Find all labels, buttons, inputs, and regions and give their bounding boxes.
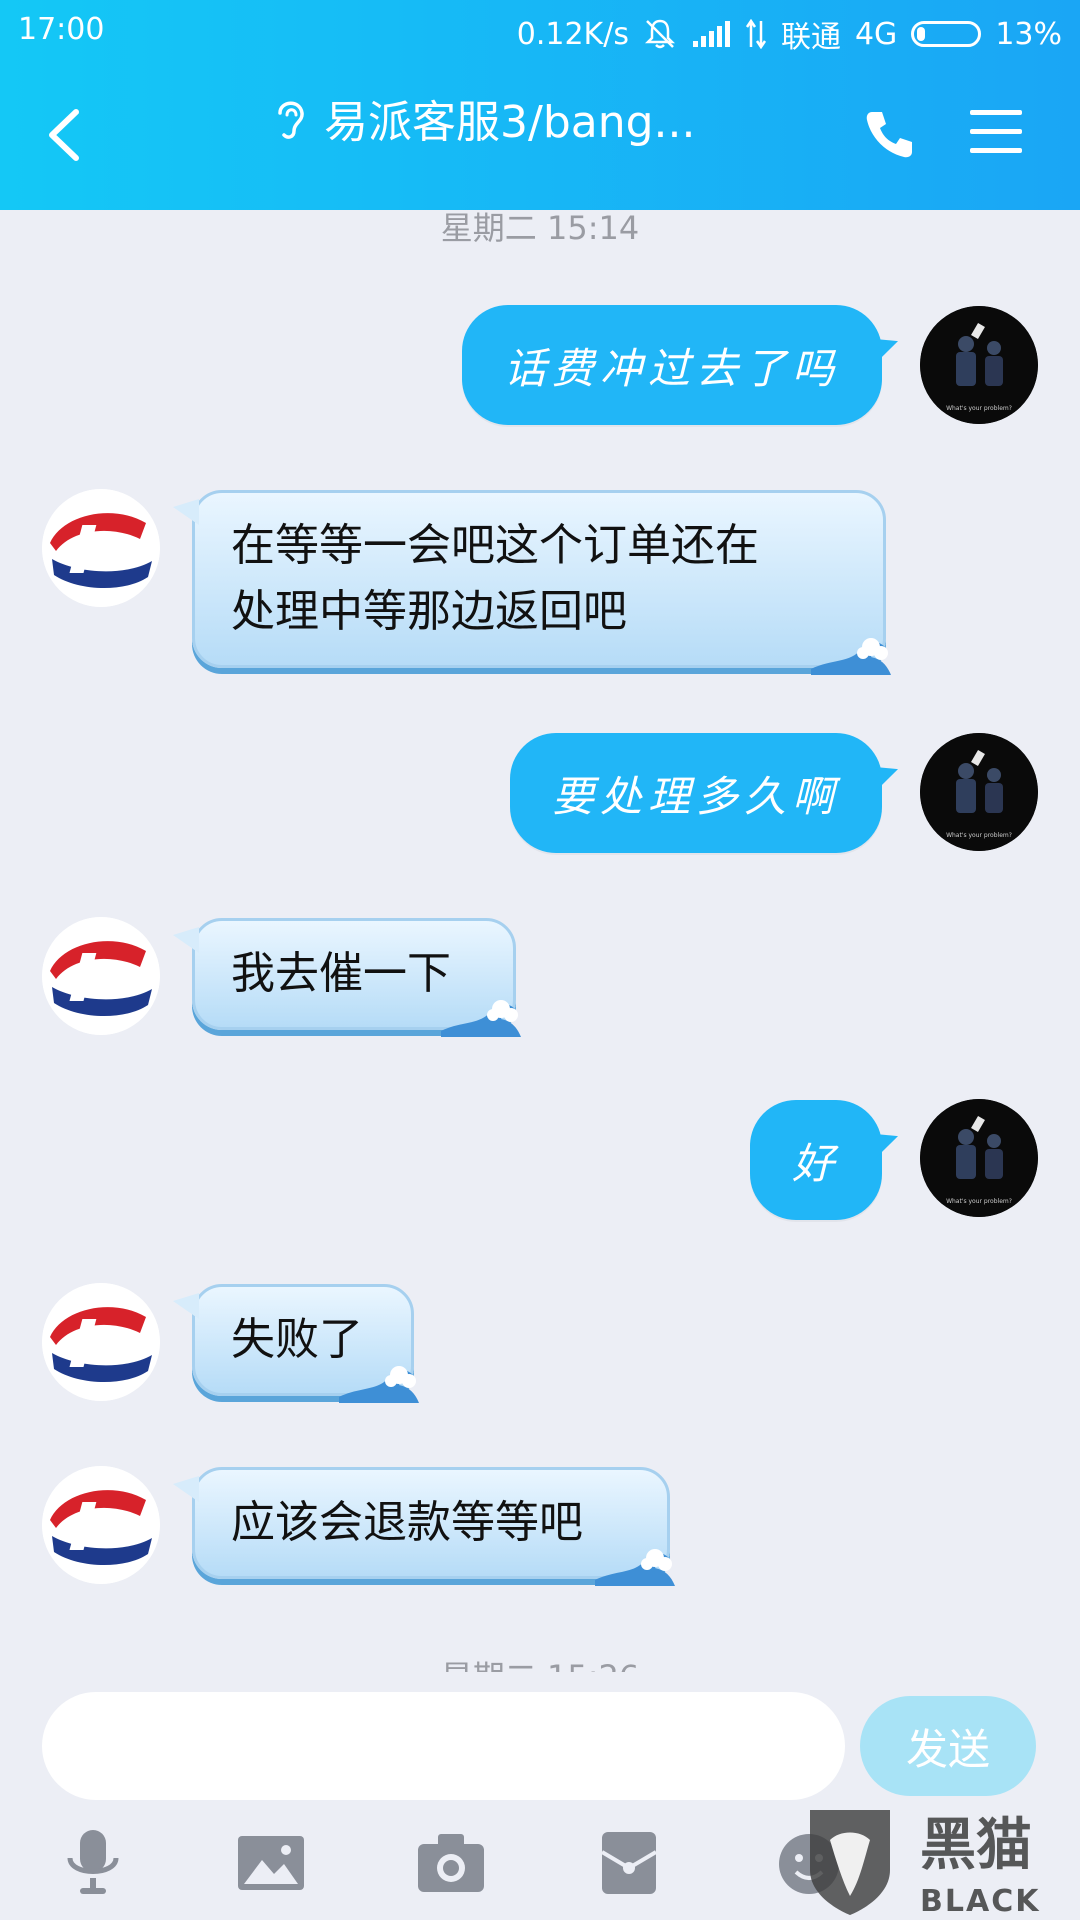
message-timestamp: 星期二 15:26 xyxy=(0,1652,1080,1672)
support-message-bubble[interactable]: 我去催一下 xyxy=(173,918,521,1037)
my-avatar[interactable]: What's your problem? xyxy=(920,306,1038,424)
chat-title-text: 易派客服3/bang... xyxy=(324,97,696,148)
black-cat-logo-icon xyxy=(810,1810,890,1915)
my-message-bubble[interactable]: 好 xyxy=(749,1100,882,1220)
chat-header: 17:00 0.12K/s 联通 4G 13% 易派客服3/bang... xyxy=(0,0,1080,210)
watermark: 黑猫 BLACK CAT xyxy=(780,1800,1080,1920)
ear-icon xyxy=(278,101,304,139)
avatar-caption: What's your problem? xyxy=(946,405,1012,412)
back-arrow-icon[interactable] xyxy=(40,100,90,170)
my-avatar[interactable]: What's your problem? xyxy=(920,1099,1038,1217)
phone-icon[interactable] xyxy=(862,106,918,162)
avatar-caption: What's your problem? xyxy=(946,1198,1012,1205)
message-input[interactable] xyxy=(42,1692,845,1800)
message-text: 应该会退款等等吧 xyxy=(231,1497,583,1548)
support-logo-icon xyxy=(42,489,160,607)
menu-icon[interactable] xyxy=(968,106,1024,158)
message-text: 话费冲过去了吗 xyxy=(503,343,840,393)
message-timestamp: 星期二 15:14 xyxy=(440,209,640,247)
support-avatar[interactable] xyxy=(42,1466,160,1584)
message-text-line: 在等等一会吧这个订单还在 xyxy=(231,520,759,571)
support-logo-icon xyxy=(42,917,160,1035)
message-text: 好 xyxy=(791,1138,840,1188)
avatar-caption: What's your problem? xyxy=(946,832,1012,839)
network-type: 4G xyxy=(854,16,898,52)
camera-icon[interactable] xyxy=(414,1828,488,1898)
send-button[interactable]: 发送 xyxy=(860,1696,1036,1796)
network-speed: 0.12K/s xyxy=(516,16,629,52)
battery-level: 13% xyxy=(995,16,1062,52)
status-time: 17:00 xyxy=(18,12,105,47)
microphone-icon[interactable] xyxy=(56,1828,130,1898)
support-avatar[interactable] xyxy=(42,917,160,1035)
chat-title[interactable]: 易派客服3/bang... xyxy=(270,88,770,148)
image-icon[interactable] xyxy=(234,1828,308,1898)
support-logo-icon xyxy=(42,1283,160,1401)
red-packet-icon[interactable] xyxy=(592,1828,666,1898)
carrier-name: 联通 xyxy=(780,20,841,55)
wave-decoration-icon xyxy=(339,1366,419,1403)
message-text: 要处理多久啊 xyxy=(551,771,840,821)
message-text-line: 处理中等那边返回吧 xyxy=(231,586,627,637)
my-avatar-image: What's your problem? xyxy=(920,306,1038,424)
wave-decoration-icon xyxy=(441,1000,521,1037)
message-text: 我去催一下 xyxy=(231,948,451,999)
support-message-bubble[interactable]: 在等等一会吧这个订单还在 处理中等那边返回吧 xyxy=(173,490,891,675)
wave-decoration-icon xyxy=(811,638,891,675)
support-avatar[interactable] xyxy=(42,489,160,607)
mute-bell-icon xyxy=(644,19,675,49)
my-message-bubble[interactable]: 话费冲过去了吗 xyxy=(461,305,882,425)
signal-icon xyxy=(692,21,730,47)
watermark-subtext: BLACK CAT xyxy=(920,1884,1041,1920)
support-message-bubble[interactable]: 应该会退款等等吧 xyxy=(173,1467,675,1586)
my-message-bubble[interactable]: 要处理多久啊 xyxy=(509,733,882,853)
watermark-text: 黑猫 xyxy=(920,1813,1032,1878)
battery-icon xyxy=(911,21,982,47)
status-bar: 17:00 0.12K/s 联通 4G 13% xyxy=(0,0,1080,62)
status-indicators: 0.12K/s 联通 4G 13% xyxy=(517,12,1062,56)
support-logo-icon xyxy=(42,1466,160,1584)
my-avatar-image: What's your problem? xyxy=(920,733,1038,851)
my-avatar[interactable]: What's your problem? xyxy=(920,733,1038,851)
wave-decoration-icon xyxy=(595,1549,675,1586)
support-message-bubble[interactable]: 失败了 xyxy=(173,1284,419,1403)
support-avatar[interactable] xyxy=(42,1283,160,1401)
my-avatar-image: What's your problem? xyxy=(920,1099,1038,1217)
data-arrows-icon xyxy=(745,19,767,49)
